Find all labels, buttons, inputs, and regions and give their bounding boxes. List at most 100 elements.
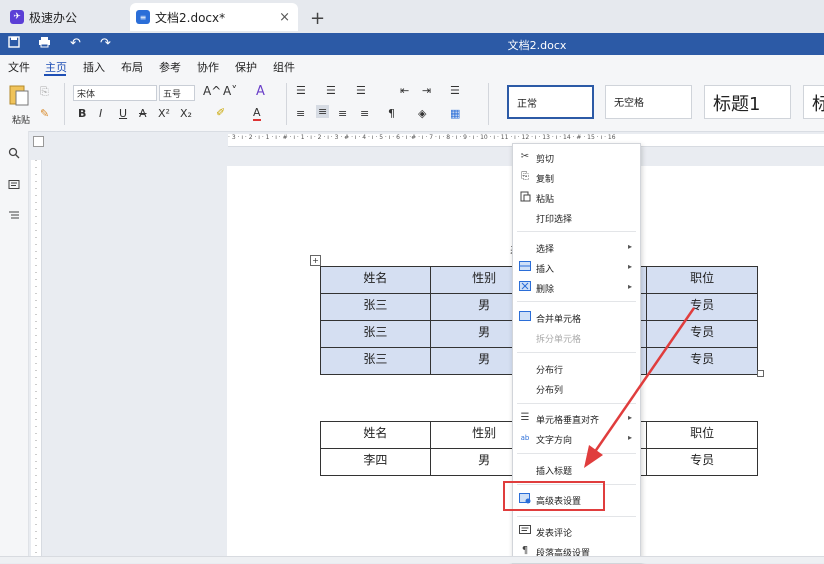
chevron-right-icon: ▸	[627, 282, 632, 291]
menu-item-copy[interactable]: ⎘ 复制	[513, 168, 640, 188]
tab-label: 文档2.docx*	[155, 10, 226, 25]
tab-app-home[interactable]: ✈ 极速办公	[2, 3, 128, 31]
comment-panel-icon[interactable]	[8, 179, 20, 194]
bullet-list-icon[interactable]: ☰	[296, 84, 306, 97]
table-cell[interactable]: 张三	[320, 320, 431, 348]
menu-item-label: 剪切	[536, 155, 555, 165]
document-title: 文档2.docx	[507, 39, 567, 52]
format-painter-icon[interactable]: ✎	[40, 107, 49, 120]
style-normal[interactable]: 正常	[507, 85, 594, 119]
paste-icon[interactable]	[8, 83, 30, 107]
table-cell[interactable]: 张三	[320, 293, 431, 321]
shading-icon[interactable]: ◈	[418, 107, 426, 120]
menu-item-label: 插入	[536, 265, 555, 275]
document-icon: ≡	[136, 10, 150, 24]
bold-button[interactable]: B	[78, 107, 86, 120]
style-no-spacing[interactable]: 无空格	[605, 85, 692, 119]
menu-item-label: 选择	[536, 245, 555, 255]
tab-document[interactable]: ≡ 文档2.docx* ×	[130, 3, 298, 31]
menu-divider	[517, 231, 636, 232]
menu-item-label: 插入标题	[536, 467, 573, 477]
align-left-icon[interactable]: ≡	[296, 107, 305, 120]
menu-file[interactable]: 文件	[8, 59, 30, 75]
chevron-right-icon: ▸	[627, 262, 632, 271]
chevron-right-icon: ▸	[627, 242, 632, 251]
multilevel-list-icon[interactable]: ☰	[356, 84, 366, 97]
superscript-button[interactable]: X²	[158, 107, 170, 120]
divider	[64, 83, 65, 125]
menu-item-delete[interactable]: 删除 ▸	[513, 278, 640, 298]
menu-reference[interactable]: 参考	[159, 59, 181, 75]
new-tab-button[interactable]: +	[310, 8, 325, 29]
table-header-cell[interactable]: 姓名	[320, 266, 431, 294]
font-name-select[interactable]: 宋体	[73, 85, 157, 101]
font-color-icon[interactable]: A	[253, 106, 261, 121]
copy-format-icon[interactable]: ⎘	[40, 85, 49, 99]
copy-icon: ⎘	[521, 171, 529, 182]
table-cell[interactable]: 李四	[320, 448, 431, 476]
menu-item-label: 分布列	[536, 386, 564, 396]
menu-item-print-selection[interactable]: 打印选择	[513, 208, 640, 228]
menu-home[interactable]: 主页	[45, 59, 67, 75]
menu-components[interactable]: 组件	[273, 59, 295, 75]
table-move-handle[interactable]: +	[310, 255, 321, 266]
menu-protect[interactable]: 保护	[235, 59, 257, 75]
grow-font-button[interactable]: A^	[203, 84, 221, 98]
italic-button[interactable]: I	[99, 107, 102, 120]
shrink-font-button[interactable]: A˅	[223, 84, 237, 98]
menu-item-label: 文字方向	[536, 436, 573, 446]
annotation-arrow	[584, 307, 696, 468]
menu-collaborate[interactable]: 协作	[197, 59, 219, 75]
strikethrough-button[interactable]: A	[139, 107, 147, 120]
menu-item-label: 发表评论	[536, 529, 573, 539]
left-sidebar	[0, 131, 29, 562]
menu-item-add-comment[interactable]: 发表评论	[513, 522, 640, 542]
line-spacing-icon[interactable]: ☰	[450, 84, 460, 97]
vertical-ruler[interactable]	[31, 160, 42, 556]
tab-label: 极速办公	[29, 10, 78, 25]
menu-item-paste[interactable]: 粘贴	[513, 188, 640, 208]
scissors-icon: ✂	[520, 151, 530, 162]
style-heading1[interactable]: 标题1	[704, 85, 791, 119]
paste-icon	[519, 191, 531, 203]
ruler-tab-selector[interactable]	[33, 136, 44, 147]
highlight-color-icon[interactable]: ✐	[216, 106, 225, 119]
search-icon[interactable]	[8, 147, 20, 162]
font-size-select[interactable]: 五号	[159, 85, 195, 101]
delete-row-icon	[519, 281, 531, 293]
menu-item-insert[interactable]: 插入 ▸	[513, 258, 640, 278]
menu-layout[interactable]: 布局	[121, 59, 143, 75]
underline-button[interactable]: U	[119, 107, 127, 120]
menu-item-label: 粘贴	[536, 195, 555, 205]
menu-item-select[interactable]: 选择 ▸	[513, 238, 640, 258]
insert-row-icon	[519, 261, 531, 273]
table-cell[interactable]: 张三	[320, 347, 431, 375]
merge-cells-icon	[519, 311, 531, 323]
navigation-icon[interactable]	[8, 209, 20, 224]
table-header-cell[interactable]: 职位	[646, 266, 758, 294]
align-center-icon[interactable]: ≡	[316, 105, 330, 118]
increase-indent-icon[interactable]: ⇥	[422, 84, 431, 97]
text-direction-icon: ab	[520, 434, 530, 442]
subscript-button[interactable]: X₂	[180, 107, 192, 120]
annotation-highlight-box	[503, 481, 605, 511]
menu-item-label: 分布行	[536, 366, 564, 376]
decrease-indent-icon[interactable]: ⇤	[400, 84, 409, 97]
style-heading2[interactable]: 标	[803, 85, 824, 119]
numbered-list-icon[interactable]: ☰	[326, 84, 336, 97]
borders-icon[interactable]: ▦	[450, 107, 460, 120]
align-right-icon[interactable]: ≡	[338, 107, 347, 120]
app-logo-icon: ✈	[10, 10, 24, 24]
menu-insert[interactable]: 插入	[83, 59, 105, 75]
close-icon[interactable]: ×	[279, 10, 290, 25]
paragraph-marks-icon[interactable]: ¶	[388, 107, 395, 120]
justify-icon[interactable]: ≡	[360, 107, 369, 120]
paste-label: 粘贴	[12, 116, 31, 126]
menu-item-label: 打印选择	[536, 215, 573, 225]
table-header-cell[interactable]: 姓名	[320, 421, 431, 449]
table-resize-handle[interactable]	[757, 370, 764, 377]
title-bar: ↶ ↷ 文档2.docx	[0, 33, 824, 55]
clear-format-button[interactable]: A	[256, 84, 265, 99]
menu-bar: 文件 主页 插入 布局 参考 协作 保护 组件	[0, 55, 824, 77]
menu-item-cut[interactable]: ✂ 剪切	[513, 148, 640, 168]
